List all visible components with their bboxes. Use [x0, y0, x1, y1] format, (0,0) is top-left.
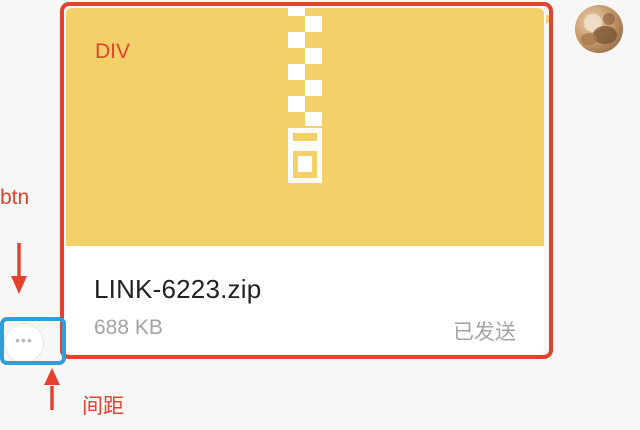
file-size: 688 KB	[94, 316, 163, 339]
avatar-image	[581, 13, 617, 45]
zip-zipper-icon	[288, 8, 322, 183]
file-message-card[interactable]: LINK-6223.zip 688 KB 已发送	[66, 8, 544, 354]
down-arrow-icon	[11, 243, 27, 294]
spacing-annotation-label: 间距	[82, 395, 124, 418]
up-arrow-icon	[44, 368, 60, 410]
more-button[interactable]: •••	[4, 323, 44, 363]
div-annotation-label: DIV	[95, 40, 131, 63]
file-cover	[66, 8, 544, 246]
user-avatar[interactable]	[575, 5, 623, 53]
bubble-tail	[546, 14, 553, 24]
btn-annotation-label: btn	[0, 186, 30, 209]
send-status: 已发送	[453, 321, 516, 344]
file-name: LINK-6223.zip	[94, 274, 262, 304]
more-dots-icon: •••	[15, 332, 33, 348]
chat-stage: LINK-6223.zip 688 KB 已发送 DIV ••• btn 间距	[0, 0, 640, 430]
